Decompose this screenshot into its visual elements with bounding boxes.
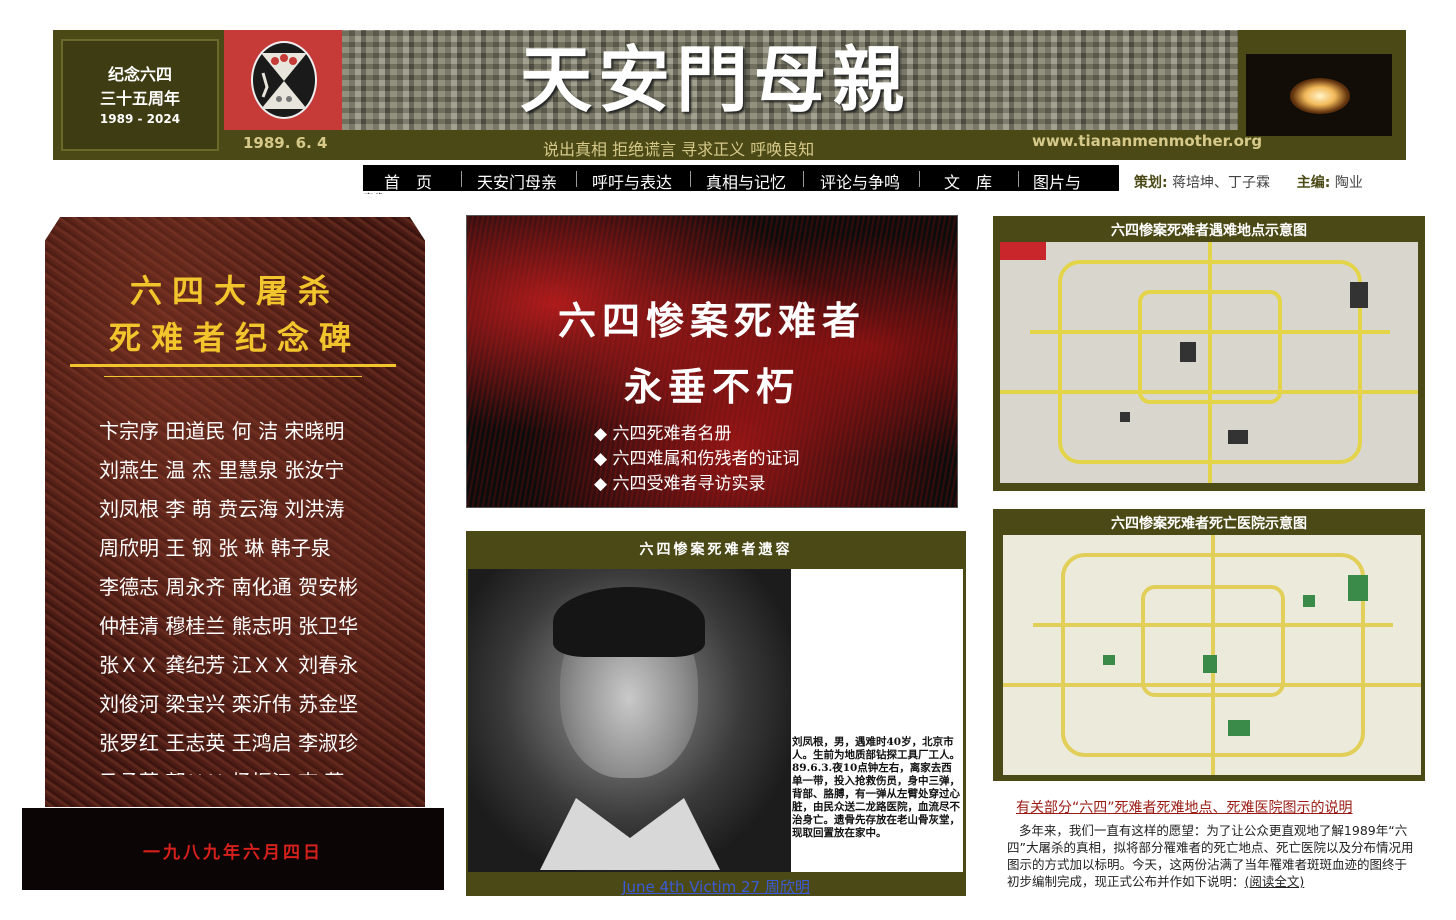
portrait-caption: 刘凤根，男，遇难时40岁，北京市人。生前为地质部钻探工具厂工人。89.6.3.夜… [792, 736, 960, 839]
main-nav: 首 页 天安门母亲 呼吁与表达 真相与记忆 评论与争鸣 文 库 图片与 [363, 165, 1119, 191]
nav-overflow-text[interactable]: 音像 [363, 190, 385, 194]
anniversary-years: 1989 - 2024 [99, 112, 181, 126]
maps-description-text: 多年来，我们一直有这样的愿望：为了让公众更直观地了解1989年“六四”大屠杀的真… [1007, 823, 1414, 889]
editors-credit: 策划: 蒋培坤、丁子霖 主编: 陶业 [1134, 173, 1404, 193]
map2-title: 六四惨案死难者死亡医院示意图 [1111, 516, 1307, 532]
nav-photos[interactable]: 图片与 [1033, 169, 1081, 191]
site-logo[interactable] [251, 41, 317, 119]
victim-link[interactable]: June 4th Victim 27 周欣明 [466, 876, 966, 897]
monument-name-row: 周欣明 王 钢 张 琳 韩子泉 [99, 536, 331, 560]
nav-divider [919, 171, 920, 187]
monument-date: 一九八九年六月四日 [143, 843, 323, 863]
portrait-card-title: 六四惨案死难者遗容 [639, 542, 793, 558]
monument-rule [70, 364, 396, 367]
testimonies-link[interactable]: ◆ 六四难属和伤残者的证词 [594, 444, 799, 469]
maps-description: 多年来，我们一直有这样的愿望：为了让公众更直观地了解1989年“六四”大屠杀的真… [1007, 822, 1419, 890]
nav-library[interactable]: 文 库 [944, 169, 992, 191]
monument-name-row: 张罗红 王志英 王鸿启 李淑珍 [99, 731, 359, 755]
anniversary-line1: 纪念六四 [107, 65, 172, 84]
chief-editor-name: 陶业 [1334, 175, 1363, 191]
slogan: 说出真相 拒绝谎言 寻求正义 呼唤良知 [543, 140, 815, 159]
monument-rule-thin [104, 376, 362, 377]
anniversary-line2: 三十五周年 [99, 89, 180, 108]
monument-name-row: 刘燕生 温 杰 里慧泉 张汝宁 [99, 458, 345, 482]
planner-names: 蒋培坤、丁子霖 [1172, 175, 1271, 191]
nav-divider [690, 171, 691, 187]
nav-divider [576, 171, 577, 187]
monument-name-row: 仲桂清 穆桂兰 熊志明 张卫华 [99, 614, 359, 638]
nav-divider [803, 171, 804, 187]
site-title: 天安門母親 [520, 37, 911, 122]
nav-divider [1018, 171, 1019, 187]
victims-register-link[interactable]: ◆ 六四死难者名册 [594, 419, 731, 444]
read-more-link[interactable]: (阅读全文) [1245, 874, 1305, 889]
monument-title-line2: 死难者纪念碑 [108, 319, 361, 357]
anniversary-badge: 纪念六四 三十五周年 1989 - 2024 [61, 39, 219, 151]
monument-name-row: 卞宗序 田道民 何 洁 宋晓明 [99, 419, 345, 443]
planner-label: 策划: [1134, 175, 1168, 191]
monument-name-row: 刘凤根 李 萌 贲云海 刘洪涛 [99, 497, 345, 521]
portrait-hair [553, 587, 705, 657]
nav-tiananmen-mothers[interactable]: 天安门母亲 [477, 169, 557, 191]
monument-name-row: 马承芬 郭ＸＸ 杨振江 李 荣 [99, 763, 409, 775]
massacre-date: 1989. 6. 4 [243, 134, 328, 152]
hospitals-map[interactable] [1003, 535, 1421, 775]
nav-commentary[interactable]: 评论与争鸣 [820, 169, 900, 191]
victims-title-line1: 六四惨案死难者 [557, 298, 866, 343]
candle-flame-icon [1290, 78, 1350, 114]
monument-name-row: 李德志 周永齐 南化通 贺安彬 [99, 575, 359, 599]
monument-name-row: 刘俊河 梁宝兴 栾沂伟 苏金坚 [99, 692, 359, 716]
interviews-link[interactable]: ◆ 六四受难者寻访实录 [594, 469, 765, 494]
chief-editor-label: 主编: [1296, 175, 1331, 191]
nav-appeals[interactable]: 呼吁与表达 [592, 169, 672, 191]
map1-title: 六四惨案死难者遇难地点示意图 [1111, 223, 1307, 239]
monument-names-list: 卞宗序 田道民 何 洁 宋晓明 刘燕生 温 杰 里慧泉 张汝宁 刘凤根 李 萌 … [99, 412, 409, 775]
nav-home[interactable]: 首 页 [384, 169, 432, 191]
victims-title-line2: 永垂不朽 [623, 364, 800, 409]
nav-truth-memory[interactable]: 真相与记忆 [706, 169, 786, 191]
monument-title-line1: 六四大屠杀 [129, 272, 340, 310]
site-url[interactable]: www.tiananmenmother.org [1032, 132, 1262, 150]
nav-divider [461, 171, 462, 187]
death-locations-map[interactable] [1000, 242, 1418, 483]
maps-explanation-link[interactable]: 有关部分“六四”死难者死难地点、死难医院图示的说明 [1016, 797, 1353, 817]
monument-name-row: 张ＸＸ 龚纪芳 江ＸＸ 刘春永 [99, 653, 359, 677]
